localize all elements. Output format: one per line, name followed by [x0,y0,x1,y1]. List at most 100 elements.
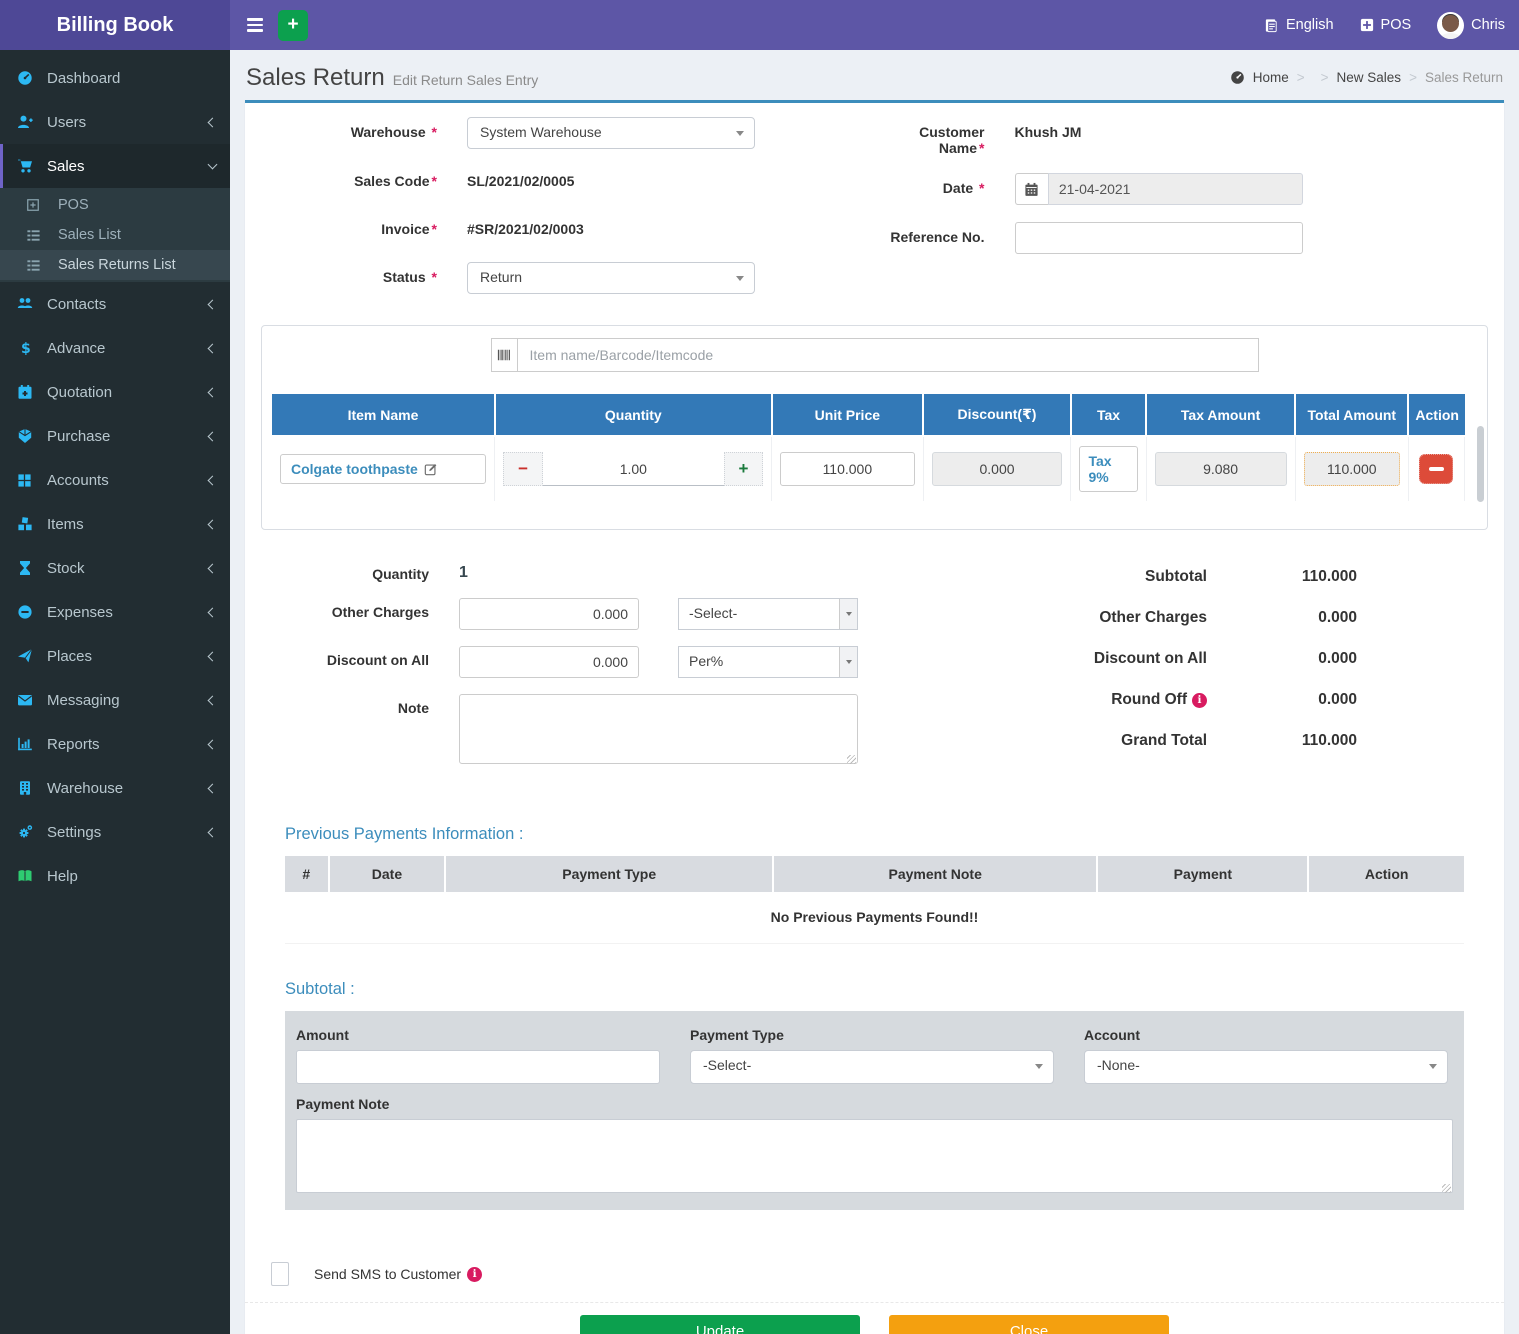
sidebar-item-sales-list[interactable]: Sales List [0,220,230,250]
sidebar-item-places[interactable]: Places [0,634,230,678]
calendar-icon[interactable] [1015,173,1048,205]
sidebar-item-stock[interactable]: Stock [0,546,230,590]
chevron-left-icon [208,563,218,573]
sidebar-toggle-icon[interactable] [238,8,272,42]
col-tax-amount: Tax Amount [1146,394,1295,436]
sidebar-item-messaging[interactable]: Messaging [0,678,230,722]
resize-grip[interactable] [1442,1184,1451,1193]
resize-grip[interactable] [847,755,856,764]
sidebar-item-settings[interactable]: Settings [0,810,230,854]
chevron-left-icon [208,607,218,617]
sidebar-item-users[interactable]: Users [0,100,230,144]
sidebar-item-label: Advance [47,340,105,357]
sales-code-value: SL/2021/02/0005 [467,166,755,189]
sidebar-item-label: Settings [47,824,101,841]
payment-type-label: Payment Type [690,1027,1054,1043]
quantity-input[interactable] [543,452,724,486]
amount-input[interactable] [296,1050,660,1084]
language-flag-icon [1264,18,1279,33]
breadcrumb-separator: > [1297,70,1305,85]
gears-icon [17,824,41,840]
warehouse-label: Warehouse * [261,117,437,149]
app-logo[interactable]: Billing Book [0,0,230,50]
sidebar-item-expenses[interactable]: Expenses [0,590,230,634]
sidebar-item-label: Places [47,648,92,665]
unit-price-input[interactable] [780,452,914,486]
item-search-input[interactable] [517,338,1259,372]
table-row: Colgate toothpaste − + [272,436,1465,501]
sidebar-item-reports[interactable]: Reports [0,722,230,766]
account-select[interactable]: -None- [1084,1050,1448,1084]
sales-return-card: Warehouse * System Warehouse Sales Code*… [245,100,1504,1334]
send-sms-checkbox[interactable] [271,1262,289,1286]
tax-cell[interactable]: Tax 9% [1079,446,1137,492]
info-icon[interactable]: i [467,1267,482,1282]
chevron-left-icon [208,519,218,529]
sidebar-item-label: Contacts [47,296,106,313]
quantity-decrease-button[interactable]: − [503,452,542,486]
sidebar-item-warehouse[interactable]: Warehouse [0,766,230,810]
sidebar: Dashboard Users Sales POS Sales List Sal… [0,50,230,1334]
status-select[interactable]: Return [467,262,755,294]
sidebar-item-advance[interactable]: $ Advance [0,326,230,370]
amount-label: Amount [296,1027,660,1043]
sidebar-item-sales[interactable]: Sales [0,144,230,188]
warehouse-select[interactable]: System Warehouse [467,117,755,149]
sidebar-item-dashboard[interactable]: Dashboard [0,56,230,100]
box-icon [17,428,41,444]
payment-note-label: Payment Note [296,1096,1453,1112]
breadcrumb: Home > > New Sales > Sales Return [1230,70,1503,85]
sidebar-item-label: Expenses [47,604,113,621]
sidebar-item-label: Help [47,868,78,885]
sidebar-item-quotation[interactable]: Quotation [0,370,230,414]
payment-note-textarea[interactable] [296,1119,1453,1193]
calendar-icon [17,384,41,400]
language-menu[interactable]: English [1264,17,1334,33]
update-button[interactable]: Update [580,1315,860,1334]
discount-input [932,452,1063,486]
user-menu[interactable]: Chris [1437,12,1505,39]
sidebar-item-label: Reports [47,736,100,753]
date-input[interactable] [1048,173,1303,205]
pos-menu[interactable]: POS [1360,17,1412,33]
breadcrumb-new-sales[interactable]: New Sales [1337,70,1402,85]
other-charges-input[interactable] [459,598,639,630]
sidebar-item-label: Users [47,114,86,131]
remove-row-button[interactable] [1419,454,1453,484]
sidebar-item-items[interactable]: Items [0,502,230,546]
sidebar-item-label: Items [47,516,84,533]
page-subtitle: Edit Return Sales Entry [393,72,539,88]
sidebar-item-pos[interactable]: POS [0,190,230,220]
item-name-cell[interactable]: Colgate toothpaste [280,454,486,484]
total-amount-input [1304,452,1400,486]
quantity-increase-button[interactable]: + [724,452,763,486]
discount-unit-select[interactable]: Per% [678,646,858,678]
home-icon [1230,70,1245,85]
scrollbar[interactable] [1477,426,1484,502]
sidebar-item-sales-returns-list[interactable]: Sales Returns List [0,250,230,280]
pos-label: POS [1381,17,1412,33]
reference-no-input[interactable] [1015,222,1303,254]
sidebar-item-contacts[interactable]: Contacts [0,282,230,326]
note-textarea[interactable] [459,694,858,764]
quick-add-button[interactable]: + [278,10,308,41]
dollar-icon: $ [17,340,41,356]
sidebar-item-label: Accounts [47,472,109,489]
chevron-left-icon [208,387,218,397]
info-icon[interactable]: i [1192,693,1207,708]
discount-on-all-label: Discount on All [261,646,429,678]
sidebar-item-help[interactable]: Help [0,854,230,898]
payment-type-select[interactable]: -Select- [690,1050,1054,1084]
note-label: Note [261,694,429,767]
breadcrumb-home[interactable]: Home [1253,70,1289,85]
close-button[interactable]: Close [889,1315,1169,1334]
discount-on-all-input[interactable] [459,646,639,678]
sidebar-item-purchase[interactable]: Purchase [0,414,230,458]
chevron-left-icon [208,475,218,485]
edit-icon[interactable] [424,462,438,476]
sidebar-item-accounts[interactable]: Accounts [0,458,230,502]
other-charges-select[interactable]: -Select- [678,598,858,630]
col-action: Action [1408,394,1464,436]
username-label: Chris [1471,17,1505,33]
customer-name-label: Customer Name* [875,117,985,156]
